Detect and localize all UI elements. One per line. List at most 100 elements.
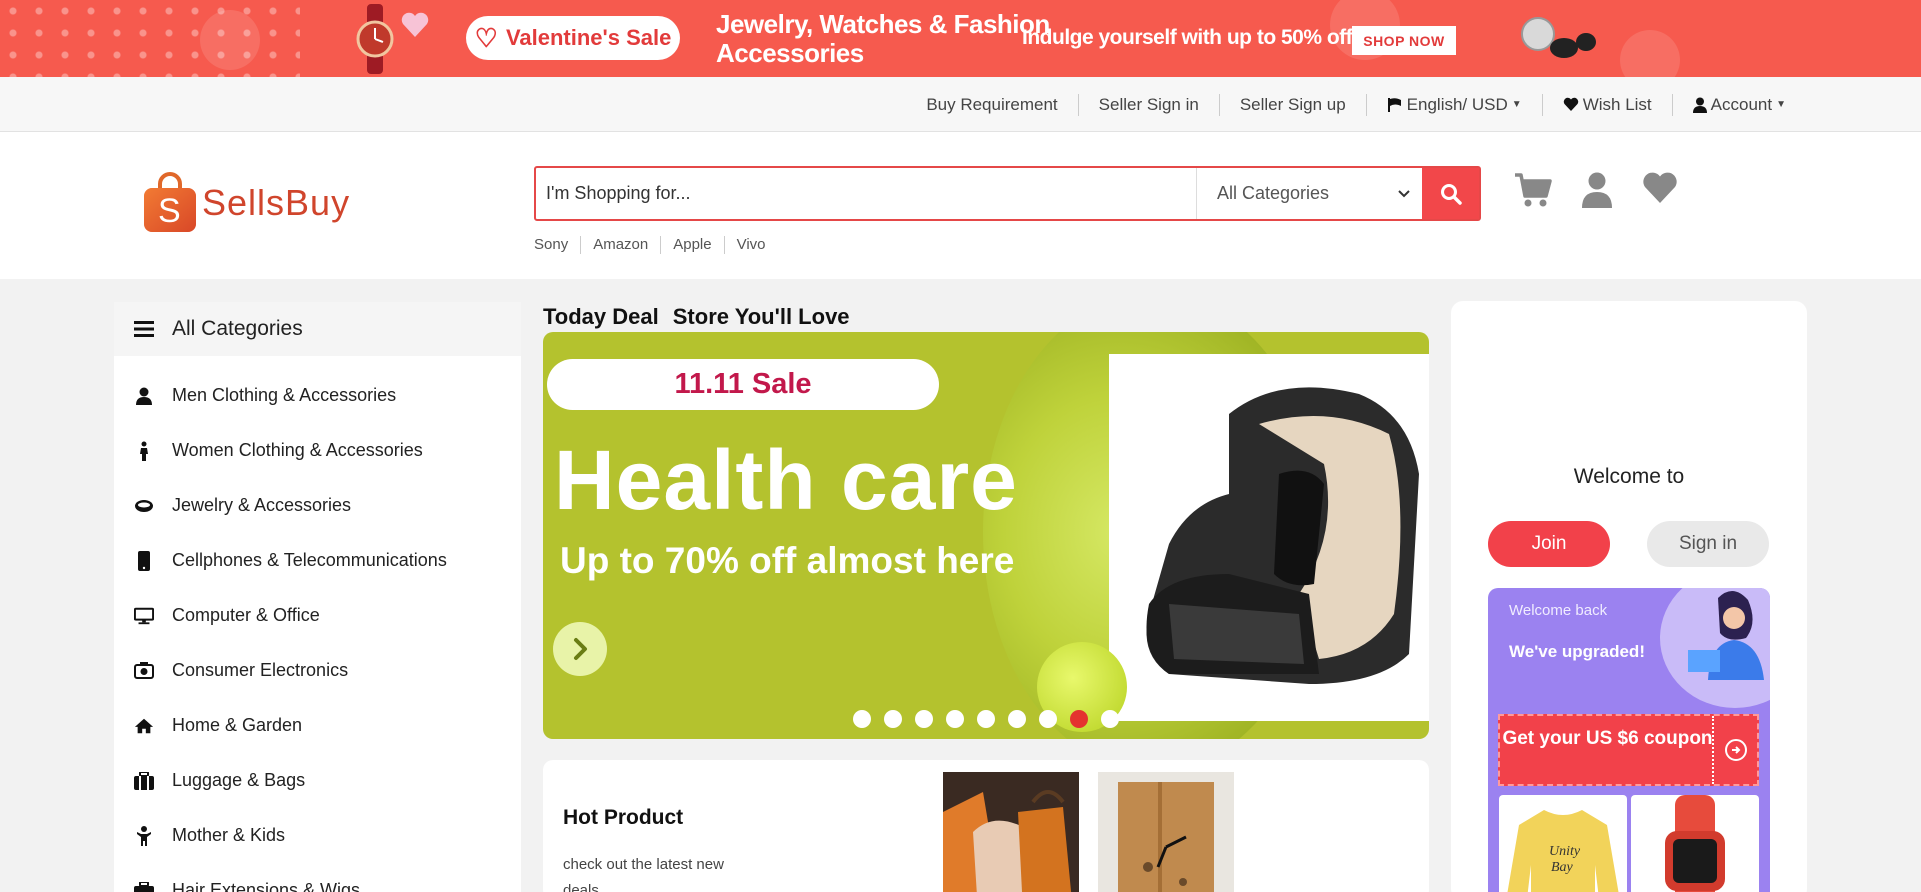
- language-currency-dropdown[interactable]: English/ USD ▼: [1365, 93, 1542, 116]
- suggestion-link[interactable]: Vivo: [723, 236, 778, 254]
- hero-title: Health care: [554, 433, 1018, 527]
- sign-in-button[interactable]: Sign in: [1647, 521, 1769, 567]
- sidebar-item-jewelry[interactable]: Jewelry & Accessories: [114, 478, 521, 533]
- header-icons: [1514, 172, 1678, 208]
- hero-carousel[interactable]: 11.11 Sale Health care Up to 70% off alm…: [543, 332, 1429, 739]
- heart-icon: ♡: [474, 22, 498, 53]
- suggestion-link[interactable]: Apple: [660, 236, 723, 254]
- promo-offer: Indulge yourself with up to 50% off: [1022, 26, 1353, 49]
- watch-image: [356, 4, 394, 74]
- heart-decoration: [1620, 30, 1680, 77]
- sidebar-item-women-clothing[interactable]: Women Clothing & Accessories: [114, 423, 521, 478]
- briefcase-icon: [134, 881, 154, 892]
- desktop-icon: [134, 607, 154, 624]
- wooden-clock-image: [1098, 772, 1234, 892]
- sellsbuy-logo[interactable]: S SellsBuy: [142, 172, 350, 234]
- carousel-dot[interactable]: [977, 710, 995, 728]
- carousel-dot[interactable]: [853, 710, 871, 728]
- carousel-indicators: [853, 710, 1119, 728]
- seller-sign-in-link[interactable]: Seller Sign in: [1077, 93, 1219, 116]
- category-sidebar: All Categories Men Clothing & Accessorie…: [114, 302, 521, 892]
- coupon-arrow-button[interactable]: [1725, 739, 1747, 761]
- carousel-dot[interactable]: [884, 710, 902, 728]
- coupon-banner[interactable]: Get your US $6 coupon: [1498, 714, 1759, 786]
- sidebar-item-label: Women Clothing & Accessories: [172, 440, 423, 460]
- tab-today-deal[interactable]: Today Deal: [543, 304, 659, 330]
- sidebar-item-label: Cellphones & Telecommunications: [172, 550, 447, 570]
- chevron-right-icon: [574, 638, 587, 660]
- carousel-dot[interactable]: [1008, 710, 1026, 728]
- promo-banner[interactable]: ♡ Valentine's Sale Jewelry, Watches & Fa…: [0, 0, 1921, 77]
- logo-text: SellsBuy: [202, 182, 351, 223]
- sweatshirt-product[interactable]: Unity Bay: [1499, 795, 1627, 892]
- sweatshirt-image: Unity Bay: [1507, 810, 1619, 892]
- sidebar-item-men-clothing[interactable]: Men Clothing & Accessories: [114, 368, 521, 423]
- suggestion-link[interactable]: Amazon: [580, 236, 660, 254]
- shop-now-button[interactable]: SHOP NOW: [1352, 26, 1456, 55]
- logo-letter: S: [158, 192, 181, 230]
- suitcase-icon: [134, 771, 154, 790]
- account-dropdown[interactable]: Account ▼: [1671, 93, 1806, 116]
- welcome-back-text: Welcome back: [1509, 602, 1608, 619]
- carousel-dot[interactable]: [1101, 710, 1119, 728]
- coupon-text: Get your US $6 coupon: [1502, 728, 1713, 749]
- all-categories-header[interactable]: All Categories: [114, 302, 521, 356]
- site-header: S SellsBuy All Categories Sony Amazon Ap…: [0, 132, 1921, 279]
- sidebar-item-label: Computer & Office: [172, 605, 320, 625]
- user-icon: [136, 387, 152, 405]
- sidebar-item-label: Jewelry & Accessories: [172, 495, 352, 515]
- promo-headline: Jewelry, Watches & Fashion Accessories: [716, 10, 1050, 68]
- heart-decoration: [200, 10, 260, 70]
- suggestion-link[interactable]: Sony: [534, 236, 580, 254]
- language-currency-label: English/ USD: [1406, 94, 1508, 114]
- all-categories-title: All Categories: [172, 317, 303, 340]
- hero-next-button[interactable]: [553, 622, 607, 676]
- category-select[interactable]: All Categories: [1196, 168, 1422, 219]
- carousel-dot[interactable]: [915, 710, 933, 728]
- child-icon: [137, 825, 151, 846]
- smartwatch-product[interactable]: [1631, 795, 1759, 892]
- sidebar-item-computer-office[interactable]: Computer & Office: [114, 588, 521, 643]
- upgrade-promo-card[interactable]: Welcome back We've upgraded! Get your US…: [1488, 588, 1770, 892]
- wish-list-link[interactable]: Wish List: [1541, 93, 1672, 116]
- sidebar-item-hair-extensions[interactable]: Hair Extensions & Wigs: [114, 863, 521, 892]
- carousel-dot-active[interactable]: [1070, 710, 1088, 728]
- flag-icon: [1387, 97, 1401, 112]
- sidebar-item-home-garden[interactable]: Home & Garden: [114, 698, 521, 753]
- tab-store-youll-love[interactable]: Store You'll Love: [673, 304, 850, 330]
- support-agent-image: [1688, 590, 1764, 680]
- search-button[interactable]: [1422, 168, 1479, 219]
- sidebar-item-label: Hair Extensions & Wigs: [172, 880, 361, 892]
- chevron-down-icon: [1398, 189, 1410, 197]
- wish-list-label: Wish List: [1582, 94, 1652, 114]
- handbags-image: [943, 772, 1079, 892]
- join-button[interactable]: Join: [1488, 521, 1610, 567]
- ring-icon: [135, 499, 153, 512]
- wooden-clock-thumbnail[interactable]: [1098, 772, 1234, 892]
- seller-sign-up-label: Seller Sign up: [1239, 94, 1346, 114]
- svg-text:Unity: Unity: [1549, 844, 1581, 859]
- handbags-thumbnail[interactable]: [943, 772, 1079, 892]
- cart-icon[interactable]: [1514, 172, 1552, 208]
- sidebar-item-luggage-bags[interactable]: Luggage & Bags: [114, 753, 521, 808]
- sidebar-item-cellphones[interactable]: Cellphones & Telecommunications: [114, 533, 521, 588]
- massage-chair-illustration: [1146, 387, 1419, 684]
- promo-headline-line2: Accessories: [716, 38, 864, 68]
- user-icon[interactable]: [1582, 172, 1612, 208]
- heart-icon[interactable]: [1642, 172, 1678, 204]
- carousel-dot[interactable]: [1039, 710, 1057, 728]
- female-icon: [140, 441, 148, 461]
- search-input[interactable]: [536, 168, 1196, 219]
- seller-sign-up-link[interactable]: Seller Sign up: [1218, 93, 1366, 116]
- svg-text:Bay: Bay: [1551, 860, 1574, 875]
- hot-product-title: Hot Product: [563, 806, 684, 829]
- sidebar-item-mother-kids[interactable]: Mother & Kids: [114, 808, 521, 863]
- buy-requirement-link[interactable]: Buy Requirement: [906, 94, 1077, 116]
- valentines-sale-pill: ♡ Valentine's Sale: [466, 16, 680, 60]
- carousel-dot[interactable]: [946, 710, 964, 728]
- coupon-divider: [1712, 716, 1714, 784]
- welcome-text: Welcome to: [1573, 465, 1685, 488]
- buy-requirement-label: Buy Requirement: [926, 94, 1058, 114]
- camera-icon: [134, 662, 154, 679]
- sidebar-item-consumer-electronics[interactable]: Consumer Electronics: [114, 643, 521, 698]
